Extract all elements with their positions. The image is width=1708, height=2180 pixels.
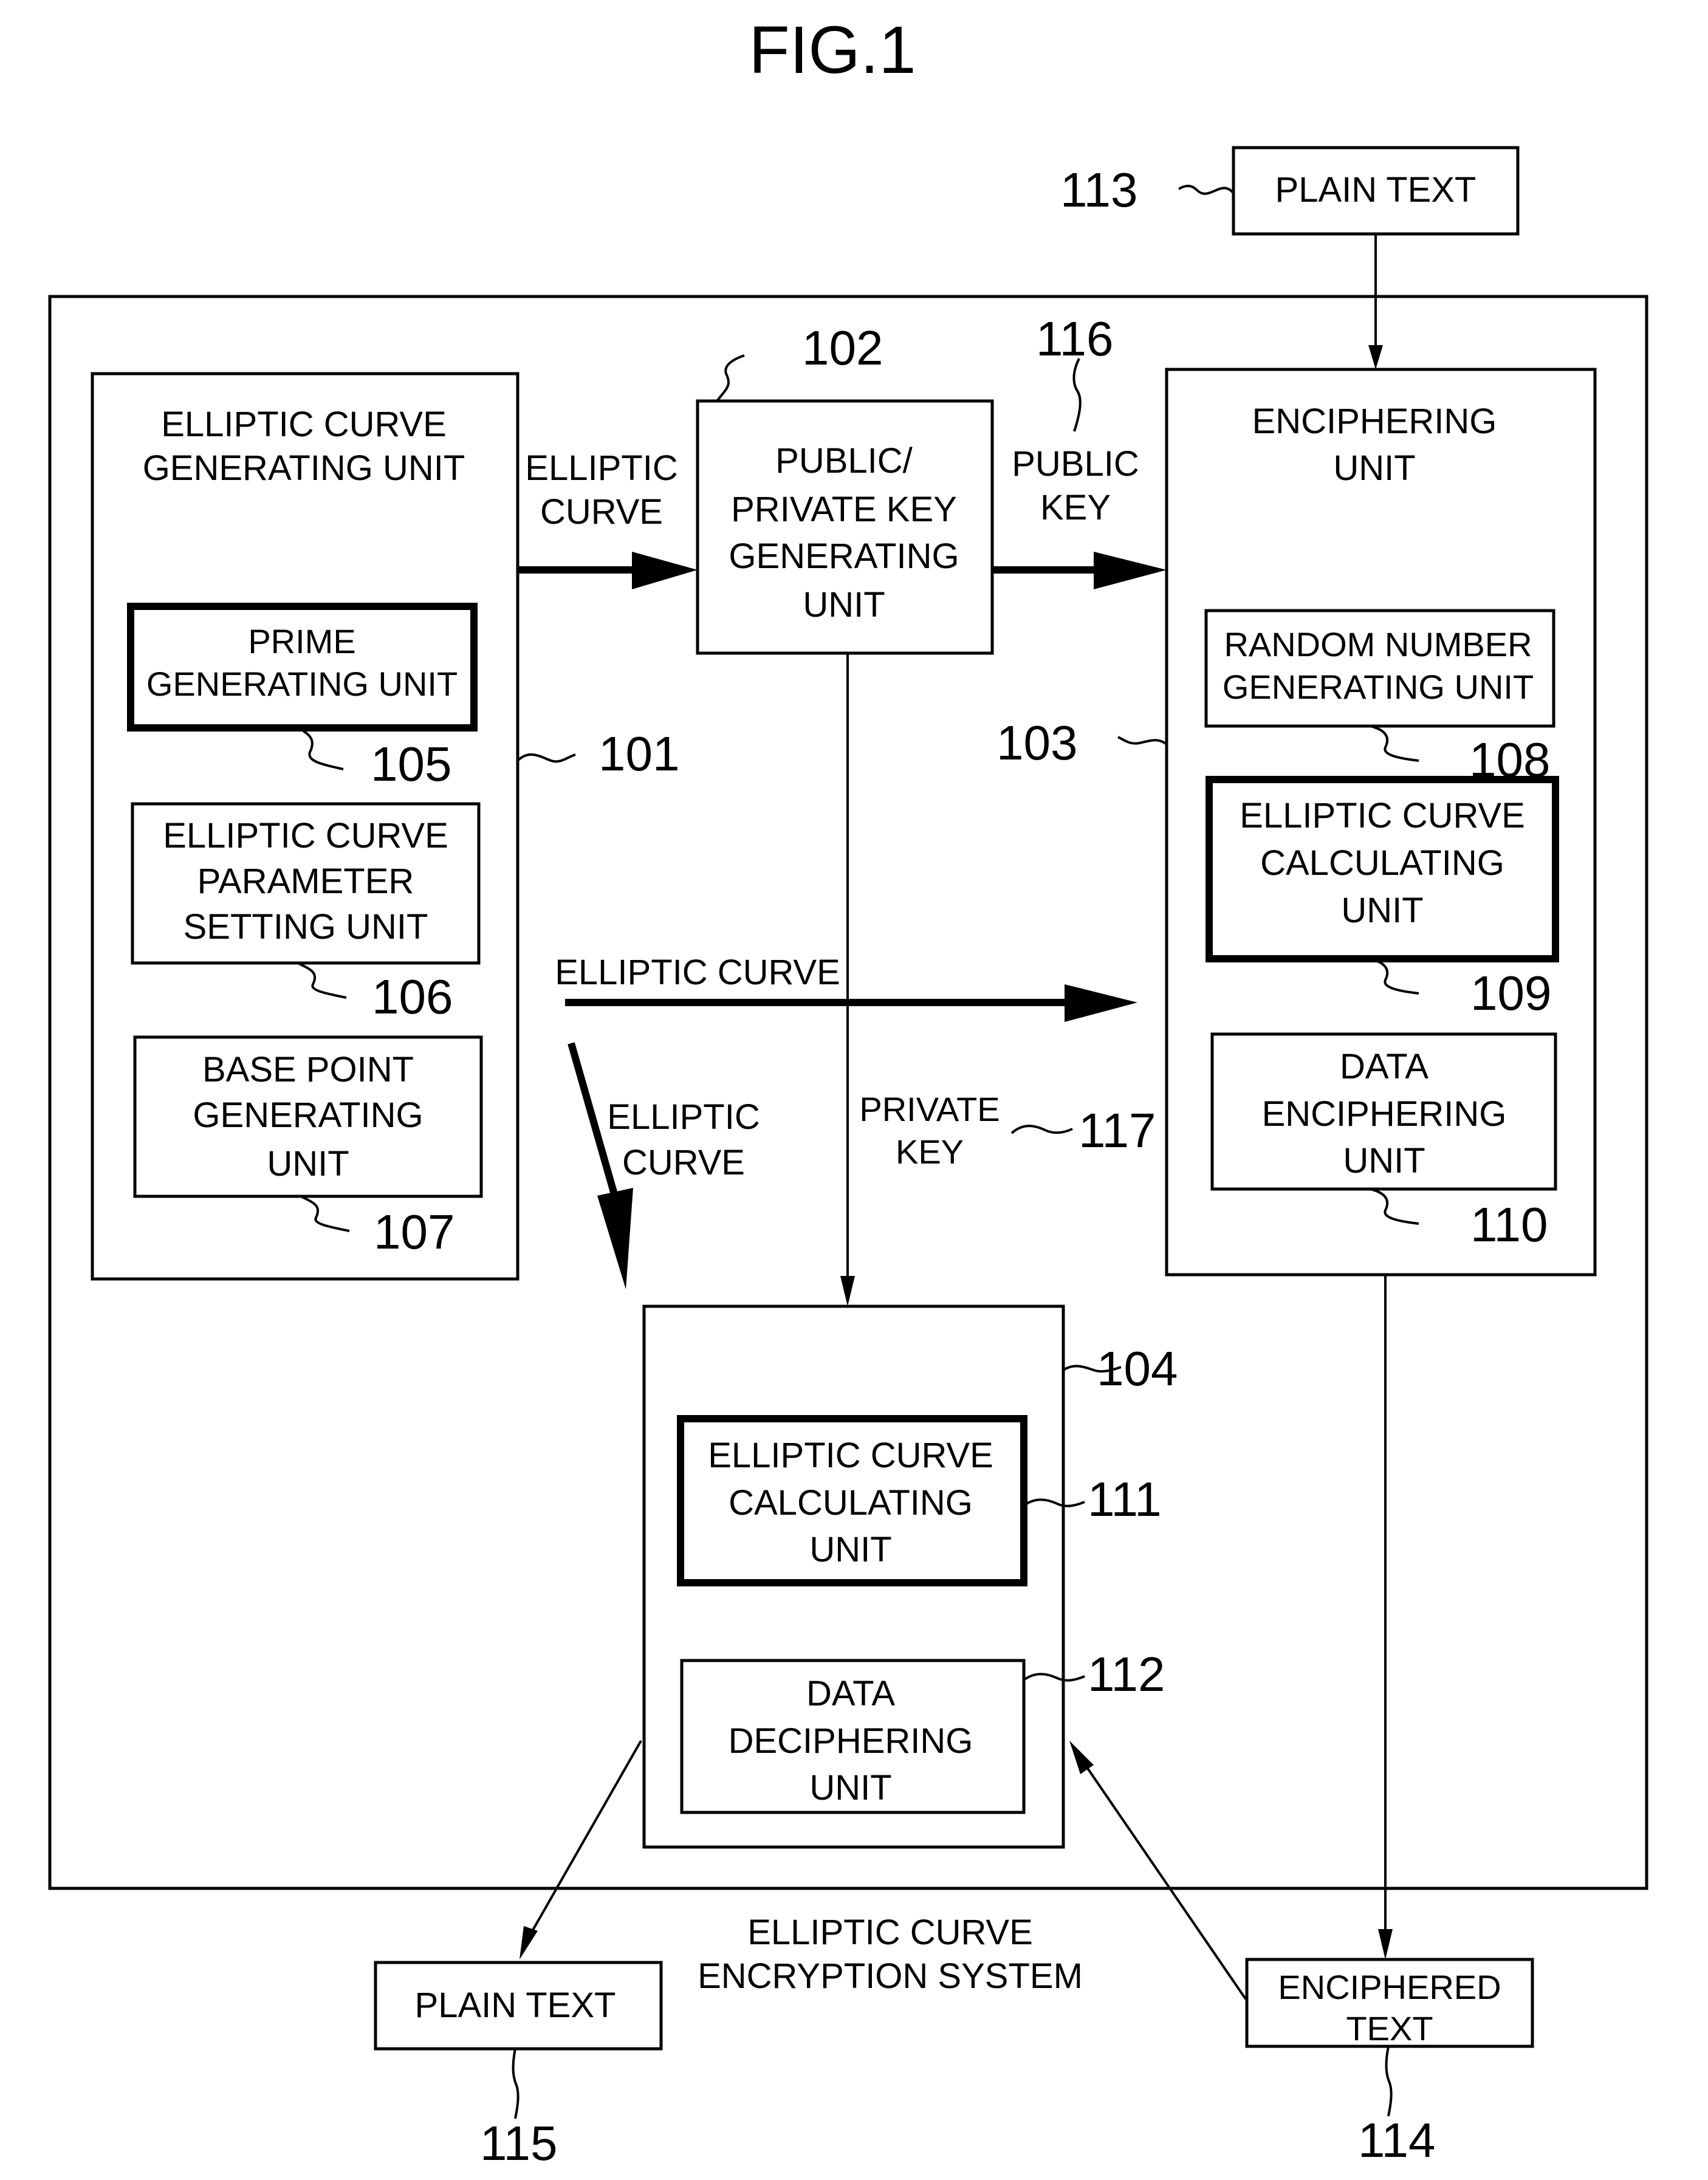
ref-104: 104: [1097, 1342, 1178, 1396]
key-generating-unit-line1: PUBLIC/: [775, 441, 913, 481]
data-deciphering-unit-line1: DATA: [806, 1674, 895, 1713]
key-generating-unit-line2: PRIVATE KEY: [731, 490, 957, 529]
random-number-generating-unit-line2: GENERATING UNIT: [1223, 668, 1534, 706]
ref-112: 112: [1088, 1647, 1165, 1701]
public-key-label-line2: KEY: [1040, 488, 1111, 527]
ref-103: 103: [996, 716, 1077, 770]
ref-105: 105: [371, 737, 451, 791]
figure-title: FIG.1: [749, 13, 916, 87]
private-key-label-line2: KEY: [896, 1133, 964, 1171]
arrowhead-down-icon: [520, 1926, 538, 1959]
ref-113: 113: [1060, 163, 1138, 217]
ref-106: 106: [372, 970, 453, 1024]
ec-calculating-unit-enc-line2: CALCULATING: [1260, 843, 1504, 883]
system-label-line2: ENCRYPTION SYSTEM: [698, 1956, 1083, 1996]
patent-figure: FIG.1 PLAIN TEXT 113 ELLIPTIC CURVE GENE…: [48, 13, 1648, 2170]
ec-to-deciphering-label-line1: ELLIPTIC: [607, 1097, 760, 1137]
ec-calculating-unit-dec-line2: CALCULATING: [729, 1483, 973, 1523]
prime-generating-unit-line1: PRIME: [248, 622, 355, 660]
ec-generating-unit-line1: ELLIPTIC CURVE: [161, 405, 447, 444]
ref-107: 107: [374, 1205, 454, 1259]
public-key-label-line1: PUBLIC: [1012, 444, 1139, 484]
enciphered-text-line2: TEXT: [1346, 2009, 1433, 2048]
ec-parameter-setting-unit-line3: SETTING UNIT: [183, 907, 428, 947]
ref-109: 109: [1470, 966, 1551, 1020]
ec-calculating-unit-enc-line3: UNIT: [1341, 891, 1423, 930]
data-deciphering-unit-line2: DECIPHERING: [729, 1721, 973, 1761]
ec-calculating-unit-dec-line3: UNIT: [809, 1530, 891, 1569]
ref-101: 101: [598, 727, 679, 781]
data-enciphering-unit-line1: DATA: [1340, 1047, 1428, 1086]
ec-parameter-setting-unit-line1: ELLIPTIC CURVE: [163, 816, 448, 855]
ref-113-leader: [1178, 185, 1235, 195]
ec-calculating-unit-enc-line1: ELLIPTIC CURVE: [1240, 796, 1525, 835]
ref-111: 111: [1088, 1472, 1162, 1526]
plain-text-input-block: PLAIN TEXT 113: [1060, 146, 1520, 236]
ref-116: 116: [1036, 312, 1114, 366]
ec-to-keygen-label-line2: CURVE: [540, 492, 663, 532]
key-generating-unit-line4: UNIT: [803, 585, 885, 625]
enciphered-text-line1: ENCIPHERED: [1278, 1968, 1501, 2006]
ec-to-enciphering-label: ELLIPTIC CURVE: [555, 953, 840, 992]
ref-114: 114: [1358, 2113, 1436, 2167]
enciphering-unit-line2: UNIT: [1333, 448, 1415, 488]
ec-to-keygen-label-line1: ELLIPTIC: [525, 448, 677, 488]
enciphered-text-block: ENCIPHERED TEXT 114: [1245, 1958, 1534, 2167]
ec-parameter-setting-unit-line2: PARAMETER: [197, 862, 414, 901]
plain-text-output-block: PLAIN TEXT 115: [374, 1961, 663, 2170]
ref-102: 102: [802, 321, 883, 375]
plain-text-output-label: PLAIN TEXT: [415, 1986, 616, 2025]
ref-110: 110: [1470, 1198, 1548, 1252]
ec-to-deciphering-label-line2: CURVE: [622, 1143, 745, 1182]
data-deciphering-unit-line3: UNIT: [809, 1768, 891, 1808]
key-generating-unit-line3: GENERATING: [729, 536, 959, 576]
prime-generating-unit-line2: GENERATING UNIT: [146, 665, 458, 703]
enciphering-unit-line1: ENCIPHERING: [1252, 402, 1497, 441]
data-enciphering-unit-line2: ENCIPHERING: [1262, 1094, 1507, 1134]
private-key-label-line1: PRIVATE: [859, 1090, 1000, 1128]
base-point-generating-unit-line1: BASE POINT: [202, 1050, 414, 1089]
plain-text-input-label: PLAIN TEXT: [1275, 170, 1476, 210]
ref-115-leader: [512, 2048, 520, 2119]
base-point-generating-unit-line3: UNIT: [267, 1144, 349, 1184]
data-enciphering-unit-line3: UNIT: [1343, 1141, 1425, 1181]
ref-115: 115: [480, 2116, 558, 2170]
ec-generating-unit-line2: GENERATING UNIT: [143, 448, 465, 488]
arrowhead-down-icon: [1378, 1929, 1393, 1959]
random-number-generating-unit-line1: RANDOM NUMBER: [1224, 625, 1532, 663]
ref-117: 117: [1079, 1103, 1156, 1157]
ec-calculating-unit-dec-line1: ELLIPTIC CURVE: [708, 1436, 993, 1475]
ref-114-leader: [1385, 2046, 1393, 2117]
base-point-generating-unit-line2: GENERATING: [193, 1095, 423, 1135]
system-label-line1: ELLIPTIC CURVE: [747, 1913, 1033, 1952]
